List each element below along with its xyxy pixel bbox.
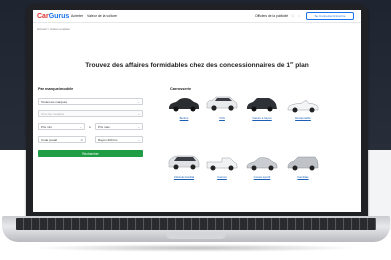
body-type-wagon[interactable]: Familiale <box>283 175 323 179</box>
body-type-heading: Carrosserie <box>170 87 192 91</box>
chevron-down-icon: ⌄ <box>137 138 140 142</box>
location-icon[interactable]: ⊚ <box>80 138 83 142</box>
nav-acheter[interactable]: Acheter <box>71 14 83 18</box>
model-select[interactable]: Tous les modèles ⌄ <box>38 110 143 117</box>
body-type-truck[interactable]: Camion <box>202 175 242 179</box>
car-image-truck[interactable] <box>205 154 239 172</box>
breadcrumb: Accueil > Autres emplois <box>37 27 70 31</box>
logo-accent: Gurus <box>48 13 70 20</box>
connect-button[interactable]: Se Connecter/s'inscrire <box>306 12 354 20</box>
radius-select[interactable]: Rayon 200 km ⌄ <box>95 136 143 143</box>
postal-code-label: Code postal <box>41 137 58 142</box>
logo-main: Car <box>37 13 49 20</box>
make-select[interactable]: Toutes les marques ⌄ <box>38 98 143 105</box>
postal-code-input[interactable]: Code postal ⊚ <box>38 136 86 143</box>
title-main: Trouvez des affaires formidables chez de… <box>85 62 291 70</box>
body-type-convertible[interactable]: Décapotable <box>283 116 323 120</box>
car-image-berline[interactable] <box>167 95 201 113</box>
body-type-coupe[interactable]: Coupé sportif <box>242 175 282 179</box>
laptop-screen: CarGurus Acheter Valeur de la voiture Of… <box>33 10 361 212</box>
car-image-convertible[interactable] <box>286 96 320 114</box>
body-type-minivan[interactable]: Véhicule familial <box>164 175 204 179</box>
price-max-label: Prix max. <box>98 124 111 129</box>
car-image-minivan[interactable] <box>167 153 201 171</box>
price-min-select[interactable]: Prix min. ⌄ <box>38 123 85 130</box>
page-title: Trouvez des affaires formidables chez de… <box>33 61 361 69</box>
search-button[interactable]: Rechercher <box>38 150 143 157</box>
site-header: CarGurus Acheter Valeur de la voiture Of… <box>33 10 361 23</box>
car-image-coupe[interactable] <box>245 154 279 172</box>
price-max-select[interactable]: Prix max. ⌄ <box>95 123 143 130</box>
search-heading: Par marque/modèle <box>38 87 74 91</box>
body-type-berline[interactable]: Berline <box>164 116 204 120</box>
chevron-down-icon: ⌄ <box>137 125 140 129</box>
laptop-shadow <box>30 244 360 252</box>
body-type-vus[interactable]: VUS <box>202 116 242 120</box>
heart-icon[interactable]: ♡ <box>291 14 294 18</box>
model-placeholder: Tous les modèles <box>41 111 65 116</box>
bell-icon[interactable]: ◌ <box>298 14 300 18</box>
price-min-label: Prix min. <box>41 124 53 129</box>
chevron-down-icon: ⌄ <box>79 125 82 129</box>
nav-valeur[interactable]: Valeur de la voiture <box>87 14 117 18</box>
ads-link[interactable]: Officiers de la publicité <box>255 14 288 18</box>
laptop-keyboard <box>16 218 376 230</box>
to-label: à <box>89 125 91 129</box>
body-type-hatchback[interactable]: Voiture à hayon <box>242 116 282 120</box>
car-image-vus[interactable] <box>205 94 239 112</box>
site-logo[interactable]: CarGurus <box>37 13 69 20</box>
make-placeholder: Toutes les marques <box>41 99 68 104</box>
car-image-hatchback[interactable] <box>245 95 279 113</box>
chevron-down-icon: ⌄ <box>137 100 140 104</box>
car-image-wagon[interactable] <box>286 154 320 172</box>
chevron-down-icon: ⌄ <box>137 112 140 116</box>
radius-label: Rayon 200 km <box>98 137 118 142</box>
laptop-trackpad-notch <box>166 232 226 239</box>
title-tail: plan <box>293 62 309 70</box>
